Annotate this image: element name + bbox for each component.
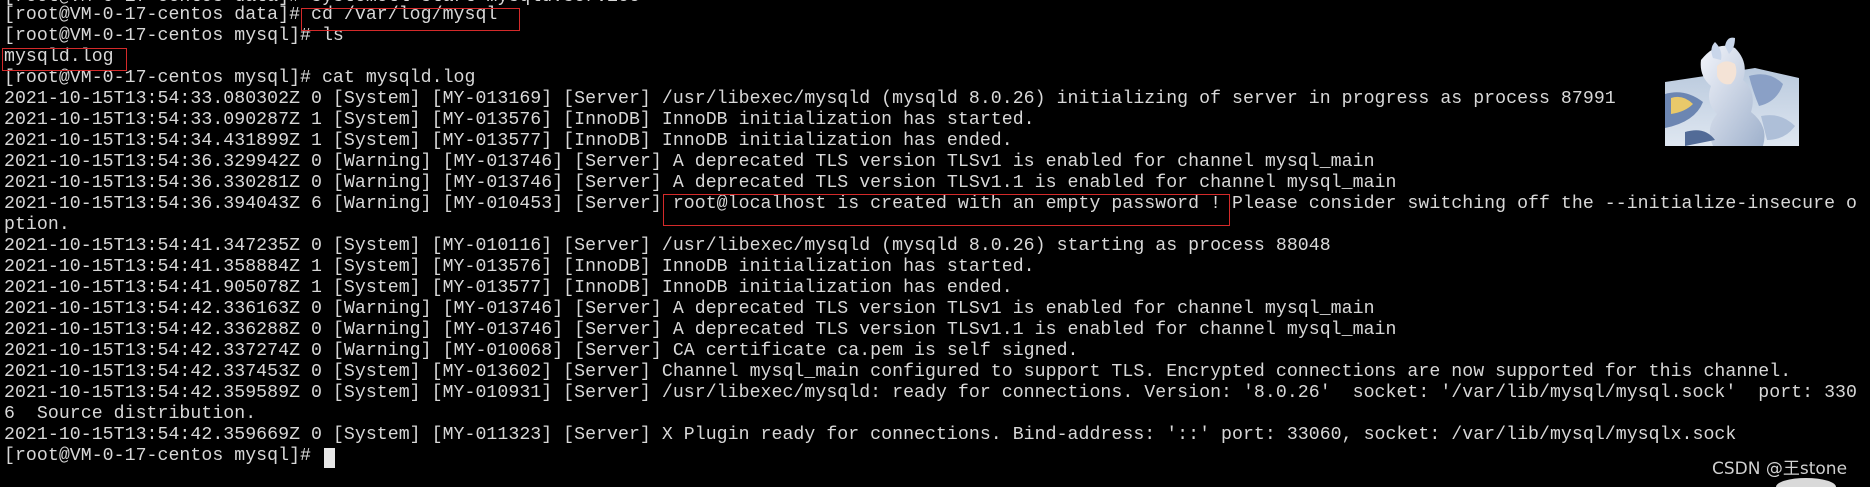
log-line: 6 Source distribution. bbox=[4, 404, 257, 424]
log-line: 2021-10-15T13:54:42.359589Z 0 [System] [… bbox=[4, 383, 1857, 403]
terminal-line: [root@VM-0-17-centos data]# cd /var/log/… bbox=[4, 5, 498, 25]
log-line: 2021-10-15T13:54:42.359669Z 0 [System] [… bbox=[4, 425, 1737, 445]
log-line: 2021-10-15T13:54:33.090287Z 1 [System] [… bbox=[4, 110, 1035, 130]
terminal-line: mysqld.log bbox=[4, 47, 114, 67]
log-line: 2021-10-15T13:54:34.431899Z 1 [System] [… bbox=[4, 131, 1013, 151]
anime-avatar-image bbox=[1665, 36, 1799, 146]
log-line: 2021-10-15T13:54:41.347235Z 0 [System] [… bbox=[4, 236, 1331, 256]
avatar-icon bbox=[1665, 36, 1799, 146]
log-line: ption. bbox=[4, 215, 70, 235]
terminal-line: [root@VM-0-17-centos mysql]# ls bbox=[4, 26, 344, 46]
log-line: 2021-10-15T13:54:33.080302Z 0 [System] [… bbox=[4, 89, 1616, 109]
terminal-line: [root@VM-0-17-centos mysql]# cat mysqld.… bbox=[4, 68, 476, 88]
terminal-window[interactable]: [root@VM-0-17-centos data]# systemctl st… bbox=[0, 0, 1870, 487]
log-line: 2021-10-15T13:54:42.336163Z 0 [Warning] … bbox=[4, 299, 1375, 319]
shell-prompt: [root@VM-0-17-centos mysql]# bbox=[4, 446, 322, 466]
csdn-watermark: CSDN @王stone bbox=[1712, 459, 1848, 479]
log-line: 2021-10-15T13:54:42.337453Z 0 [System] [… bbox=[4, 362, 1792, 382]
log-line: 2021-10-15T13:54:41.358884Z 1 [System] [… bbox=[4, 257, 1035, 277]
log-line: 2021-10-15T13:54:36.330281Z 0 [Warning] … bbox=[4, 173, 1397, 193]
log-line: 2021-10-15T13:54:42.337274Z 0 [Warning] … bbox=[4, 341, 1079, 361]
log-line: 2021-10-15T13:54:41.905078Z 1 [System] [… bbox=[4, 278, 1013, 298]
log-line-temp-password: 2021-10-15T13:54:36.394043Z 6 [Warning] … bbox=[4, 194, 1857, 214]
log-line: 2021-10-15T13:54:36.329942Z 0 [Warning] … bbox=[4, 152, 1375, 172]
text-cursor[interactable] bbox=[324, 448, 335, 468]
log-line: 2021-10-15T13:54:42.336288Z 0 [Warning] … bbox=[4, 320, 1397, 340]
